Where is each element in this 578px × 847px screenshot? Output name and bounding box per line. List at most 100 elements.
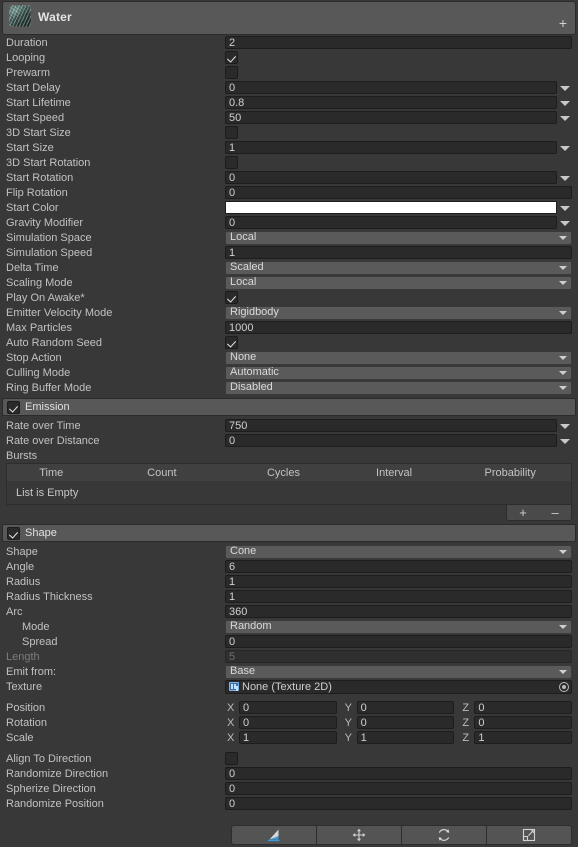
property-label: 3D Start Size	[6, 126, 71, 139]
object-picker-icon[interactable]	[559, 681, 569, 692]
bursts-add-button[interactable]: +	[513, 506, 533, 519]
text-field[interactable]: 6	[225, 560, 572, 573]
dropdown[interactable]: Local	[225, 230, 572, 245]
text-field[interactable]: 1	[225, 590, 572, 603]
texture-object-field[interactable]: None (Texture 2D)	[225, 679, 572, 694]
property-label: Looping	[6, 51, 46, 64]
text-field[interactable]: 0	[225, 81, 557, 94]
property-label: Randomize Direction	[6, 767, 109, 780]
move-tool[interactable]	[316, 825, 401, 845]
property-row: Align To Direction	[0, 751, 578, 766]
text-field[interactable]: 0	[225, 186, 572, 199]
property-label: Simulation Speed	[6, 246, 93, 259]
checkbox[interactable]	[225, 291, 238, 304]
emission-enable-checkbox[interactable]	[7, 400, 20, 414]
axis-input-x[interactable]: 0	[239, 701, 337, 714]
emission-module-header[interactable]: Emission	[2, 398, 576, 416]
property-label: Play On Awake*	[6, 291, 85, 304]
text-field[interactable]: 0	[225, 434, 557, 447]
property-label: Gravity Modifier	[6, 216, 84, 229]
axis-input-y[interactable]: 1	[356, 731, 455, 744]
checkbox[interactable]	[225, 51, 238, 64]
shape-module-header[interactable]: Shape	[2, 524, 576, 542]
dropdown[interactable]: Cone	[225, 544, 572, 559]
property-label: Prewarm	[6, 66, 51, 79]
text-field[interactable]: 0	[225, 797, 572, 810]
property-label: Start Lifetime	[6, 96, 71, 109]
property-row: Radius 1	[0, 574, 578, 589]
text-field[interactable]: 0.8	[225, 96, 557, 109]
text-field[interactable]: 0	[225, 782, 572, 795]
dropdown[interactable]: Automatic	[225, 365, 572, 380]
chevron-down-icon[interactable]	[557, 434, 572, 447]
text-field[interactable]: 1	[225, 575, 572, 588]
text-field[interactable]: 5	[225, 650, 572, 663]
dropdown[interactable]: Local	[225, 275, 572, 290]
dropdown[interactable]: None	[225, 350, 572, 365]
axis-input-x[interactable]: 1	[239, 731, 337, 744]
property-row: Ring Buffer Mode Disabled	[0, 380, 578, 395]
text-field[interactable]: 50	[225, 111, 557, 124]
add-module-button[interactable]: +	[556, 16, 570, 31]
bursts-add-remove-controls: + –	[506, 505, 572, 521]
checkbox[interactable]	[225, 752, 238, 765]
chevron-down-icon[interactable]	[557, 419, 572, 432]
text-field[interactable]: 0	[225, 216, 557, 229]
dropdown[interactable]: Scaled	[225, 260, 572, 275]
text-field[interactable]: 2	[225, 36, 572, 49]
property-label: Rate over Distance	[6, 434, 100, 447]
bursts-column-header: Cycles	[266, 466, 300, 479]
chevron-down-icon[interactable]	[557, 201, 572, 214]
checkbox[interactable]	[225, 336, 238, 349]
axis-input-y[interactable]: 0	[356, 716, 455, 729]
chevron-down-icon[interactable]	[557, 81, 572, 94]
chevron-down-icon[interactable]	[557, 171, 572, 184]
property-row: Looping	[0, 50, 578, 65]
property-row: Delta Time Scaled	[0, 260, 578, 275]
property-row: Spread 0	[0, 634, 578, 649]
rotate-tool[interactable]	[401, 825, 486, 845]
chevron-down-icon[interactable]	[557, 141, 572, 154]
text-field[interactable]: 0	[225, 635, 572, 648]
text-field[interactable]: 1000	[225, 321, 572, 334]
property-label: Randomize Position	[6, 797, 104, 810]
chevron-down-icon[interactable]	[557, 216, 572, 229]
text-field[interactable]: 0	[225, 767, 572, 780]
dropdown[interactable]: Rigidbody	[225, 305, 572, 320]
main-module-rows: Duration 2 Looping Prewarm Start Delay 0 Start…	[0, 35, 578, 395]
scale-tool[interactable]	[486, 825, 572, 845]
property-row: Shape Cone	[0, 544, 578, 559]
component-header[interactable]: Water +	[2, 1, 576, 35]
checkbox[interactable]	[225, 126, 238, 139]
property-label: Emit from:	[6, 665, 57, 678]
dropdown[interactable]: Random	[225, 619, 572, 634]
chevron-down-icon[interactable]	[557, 96, 572, 109]
axis-input-x[interactable]: 0	[239, 716, 337, 729]
color-swatch[interactable]	[225, 201, 557, 214]
dropdown[interactable]: Base	[225, 664, 572, 679]
axis-input-z[interactable]: 0	[474, 701, 573, 714]
text-field[interactable]: 360	[225, 605, 572, 618]
transform-row: Scale X 1 Y 1 Z 1	[0, 730, 578, 745]
axis-label-x: X	[227, 701, 235, 714]
property-row: Auto Random Seed	[0, 335, 578, 350]
text-field[interactable]: 1	[225, 246, 572, 259]
shape-enable-checkbox[interactable]	[7, 526, 20, 540]
axis-input-z[interactable]: 0	[474, 716, 573, 729]
property-row: Gravity Modifier 0	[0, 215, 578, 230]
bursts-column-header: Count	[147, 466, 177, 479]
text-field[interactable]: 1	[225, 141, 557, 154]
axis-input-y[interactable]: 0	[356, 701, 455, 714]
axis-input-z[interactable]: 1	[474, 731, 573, 744]
bursts-remove-button[interactable]: –	[545, 506, 564, 519]
shape-gizmo-tool[interactable]	[231, 825, 316, 845]
checkbox[interactable]	[225, 156, 238, 169]
property-label: Ring Buffer Mode	[6, 381, 92, 394]
checkbox[interactable]	[225, 66, 238, 79]
property-label: Start Color	[6, 201, 59, 214]
text-field[interactable]: 0	[225, 171, 557, 184]
chevron-down-icon[interactable]	[557, 111, 572, 124]
dropdown[interactable]: Disabled	[225, 380, 572, 395]
text-field[interactable]: 750	[225, 419, 557, 432]
transform-label: Rotation	[6, 716, 47, 729]
